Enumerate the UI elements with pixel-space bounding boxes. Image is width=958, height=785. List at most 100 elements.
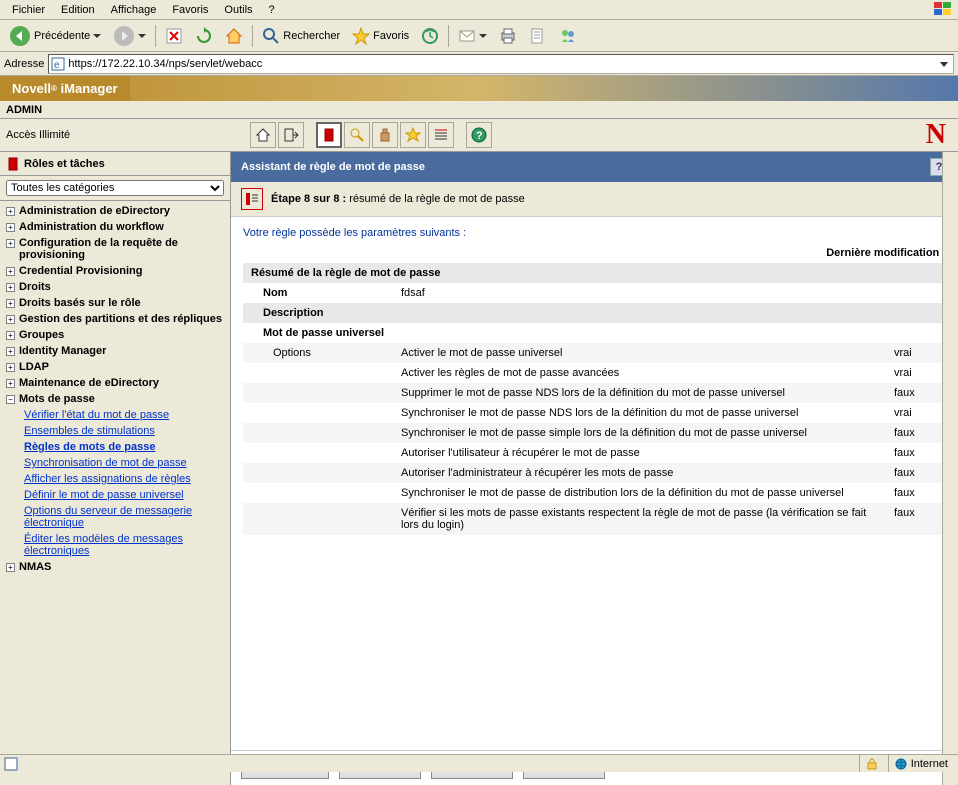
expand-icon[interactable]: + (6, 347, 15, 356)
sidebar-item[interactable]: +LDAP (0, 359, 230, 375)
view-nav-button[interactable] (344, 122, 370, 148)
option-label-cell (243, 503, 393, 535)
option-value: vrai (886, 363, 946, 383)
sidebar-link[interactable]: Afficher les assignations de règles (24, 471, 230, 487)
expand-icon[interactable]: + (6, 223, 15, 232)
browser-toolbar: Précédente Rechercher Favoris (0, 20, 958, 52)
refresh-icon (195, 27, 213, 45)
wizard-title: Assistant de règle de mot de passe (241, 161, 425, 173)
expand-icon[interactable]: + (6, 299, 15, 308)
step-text: Étape 8 sur 8 : résumé de la règle de mo… (271, 193, 525, 205)
option-label-cell (243, 463, 393, 483)
sidebar-item[interactable]: +Maintenance de eDirectory (0, 375, 230, 391)
sidebar-item[interactable]: +Gestion des partitions et des répliques (0, 311, 230, 327)
sidebar-item[interactable]: +Droits (0, 279, 230, 295)
collapse-icon[interactable]: − (6, 395, 15, 404)
sidebar-link[interactable]: Règles de mots de passe (24, 439, 230, 455)
sidebar-header: Rôles et tâches (0, 152, 230, 176)
menu-edition[interactable]: Edition (53, 2, 103, 18)
configure-nav-button[interactable] (372, 122, 398, 148)
summary-table: Résumé de la règle de mot de passe Nomfd… (243, 263, 946, 535)
content-body: Votre règle possède les paramètres suiva… (231, 217, 958, 750)
help-icon: ? (471, 127, 487, 143)
sidebar-link[interactable]: Ensembles de stimulations (24, 423, 230, 439)
menu-help[interactable]: ? (261, 2, 283, 18)
sidebar-title: Rôles et tâches (24, 158, 105, 170)
sidebar-item[interactable]: + Administration du workflow (0, 219, 230, 235)
option-text: Autoriser l'administrateur à récupérer l… (393, 463, 886, 483)
list-nav-button[interactable] (428, 122, 454, 148)
sidebar-item[interactable]: +NMAS (0, 559, 230, 575)
sidebar-item[interactable]: +Droits basés sur le rôle (0, 295, 230, 311)
summary-header: Résumé de la règle de mot de passe (243, 263, 946, 283)
sidebar-link[interactable]: Vérifier l'état du mot de passe (24, 407, 230, 423)
messenger-button[interactable] (554, 24, 582, 48)
sidebar-item[interactable]: +Credential Provisioning (0, 263, 230, 279)
history-button[interactable] (416, 24, 444, 48)
wizard-title-bar: Assistant de règle de mot de passe ? (231, 152, 958, 182)
sidebar-item-label: Administration de eDirectory (19, 205, 224, 217)
chevron-down-icon (93, 32, 101, 40)
option-row: Synchroniser le mot de passe NDS lors de… (243, 403, 946, 423)
expand-icon[interactable]: + (6, 563, 15, 572)
help-nav-button[interactable]: ? (466, 122, 492, 148)
expand-icon[interactable]: + (6, 379, 15, 388)
sidebar-link[interactable]: Options du serveur de messagerie électro… (24, 503, 230, 531)
menu-affichage[interactable]: Affichage (103, 2, 165, 18)
exit-nav-button[interactable] (278, 122, 304, 148)
search-button[interactable]: Rechercher (257, 24, 345, 48)
home-icon (225, 27, 243, 45)
expand-icon[interactable]: + (6, 267, 15, 276)
expand-icon[interactable]: + (6, 239, 15, 248)
expand-icon[interactable]: + (6, 363, 15, 372)
roles-nav-button[interactable] (316, 122, 342, 148)
content: Assistant de règle de mot de passe ? Éta… (231, 152, 958, 785)
menu-outils[interactable]: Outils (216, 2, 260, 18)
sidebar-item[interactable]: +Identity Manager (0, 343, 230, 359)
favorites-nav-button[interactable] (400, 122, 426, 148)
roles-icon (321, 127, 337, 143)
sidebar-link[interactable]: Synchronisation de mot de passe (24, 455, 230, 471)
sidebar-link[interactable]: Éditer les modèles de messages électroni… (24, 531, 230, 559)
refresh-button[interactable] (190, 24, 218, 48)
expand-icon[interactable]: + (6, 315, 15, 324)
forward-icon (113, 25, 135, 47)
sidebar-item[interactable]: +Configuration de la requête de provisio… (0, 235, 230, 263)
chevron-down-icon[interactable] (937, 57, 951, 71)
favorites-button[interactable]: Favoris (347, 24, 414, 48)
product-name: iManager (61, 81, 118, 96)
expand-icon[interactable]: + (6, 283, 15, 292)
edit-button[interactable] (524, 24, 552, 48)
option-text: Activer le mot de passe universel (393, 343, 886, 363)
sidebar-item[interactable]: + Administration de eDirectory (0, 203, 230, 219)
address-bar: Adresse e (0, 52, 958, 76)
vertical-scrollbar[interactable] (942, 152, 958, 785)
menu-fichier[interactable]: Fichier (4, 2, 53, 18)
option-row: Autoriser l'utilisateur à récupérer le m… (243, 443, 946, 463)
statusbar: Internet (0, 754, 958, 772)
sidebar-item-label: Groupes (19, 329, 224, 341)
menu-favoris[interactable]: Favoris (164, 2, 216, 18)
stop-icon (165, 27, 183, 45)
mail-button[interactable] (453, 24, 492, 48)
sidebar-item-label: Administration du workflow (19, 221, 224, 233)
sidebar-item[interactable]: −Mots de passe (0, 391, 230, 407)
address-input-wrapper[interactable]: e (48, 54, 954, 74)
home-nav-button[interactable] (250, 122, 276, 148)
novell-n-logo: N (914, 119, 958, 151)
expand-icon[interactable]: + (6, 207, 15, 216)
category-select[interactable]: Toutes les catégories (6, 180, 224, 196)
zone-label: Internet (911, 758, 948, 770)
stop-button[interactable] (160, 24, 188, 48)
address-input[interactable] (68, 58, 934, 70)
view-icon (349, 127, 365, 143)
zone-panel: Internet (888, 755, 954, 772)
forward-button[interactable] (108, 24, 151, 48)
back-button[interactable]: Précédente (4, 24, 106, 48)
expand-icon[interactable]: + (6, 331, 15, 340)
list-icon (433, 127, 449, 143)
sidebar-item[interactable]: + Groupes (0, 327, 230, 343)
home-button[interactable] (220, 24, 248, 48)
print-button[interactable] (494, 24, 522, 48)
sidebar-link[interactable]: Définir le mot de passe universel (24, 487, 230, 503)
